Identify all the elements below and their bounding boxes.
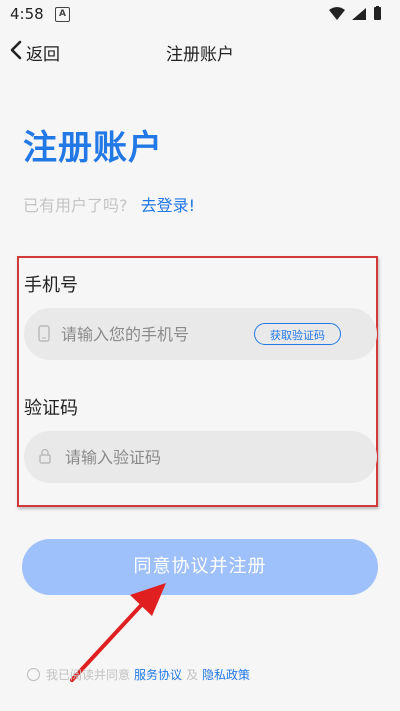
service-agreement-link[interactable]: 服务协议 — [134, 666, 182, 683]
agreement-prefix: 我已阅读并同意 — [46, 668, 131, 682]
agreement-row: 我已阅读并同意 服务协议 及 隐私政策 — [27, 666, 254, 683]
annotation-arrow — [70, 583, 166, 682]
privacy-policy-link[interactable]: 隐私政策 — [202, 666, 250, 683]
agreement-and: 及 — [186, 668, 199, 682]
agree-checkbox[interactable] — [27, 668, 40, 681]
